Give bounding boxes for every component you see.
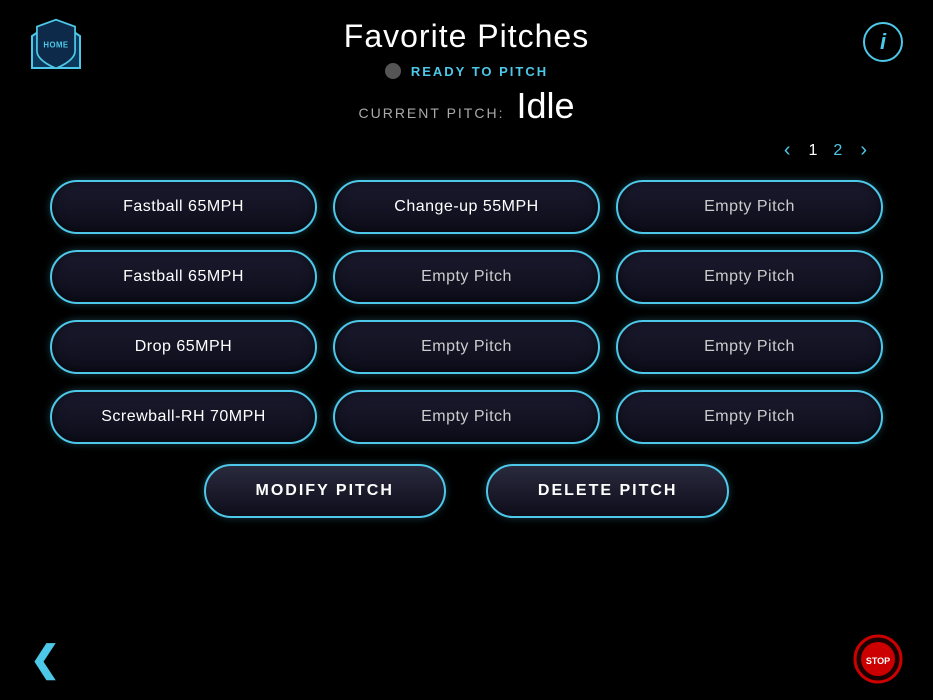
prev-page-button[interactable]: ‹ — [778, 137, 797, 164]
bottom-actions: MODIFY PITCH DELETE PITCH — [0, 464, 933, 518]
stop-button[interactable]: STOP — [853, 634, 903, 684]
status-text: READY TO PITCH — [411, 64, 548, 79]
pitch-button-11[interactable]: Empty Pitch — [333, 390, 600, 444]
next-page-button[interactable]: › — [854, 137, 873, 164]
modify-pitch-button[interactable]: MODIFY PITCH — [204, 464, 446, 518]
page-title: Favorite Pitches — [344, 18, 589, 55]
pitch-button-2[interactable]: Change-up 55MPH — [333, 180, 600, 234]
pitch-button-12[interactable]: Empty Pitch — [616, 390, 883, 444]
svg-text:STOP: STOP — [866, 656, 890, 666]
current-pitch-label: CURRENT PITCH: — [358, 105, 504, 121]
header: Favorite Pitches i — [0, 0, 933, 63]
current-pitch-row: CURRENT PITCH: Idle — [0, 85, 933, 127]
pitch-button-8[interactable]: Empty Pitch — [333, 320, 600, 374]
pitch-button-6[interactable]: Empty Pitch — [616, 250, 883, 304]
pitch-button-7[interactable]: Drop 65MPH — [50, 320, 317, 374]
pagination: ‹ 1 2 › — [0, 137, 933, 164]
pitch-button-5[interactable]: Empty Pitch — [333, 250, 600, 304]
back-button[interactable]: ❮ — [30, 638, 60, 680]
pitch-button-3[interactable]: Empty Pitch — [616, 180, 883, 234]
status-row: READY TO PITCH — [0, 63, 933, 79]
delete-pitch-button[interactable]: DELETE PITCH — [486, 464, 730, 518]
pitch-button-1[interactable]: Fastball 65MPH — [50, 180, 317, 234]
pitch-button-10[interactable]: Screwball-RH 70MPH — [50, 390, 317, 444]
info-button[interactable]: i — [863, 22, 903, 62]
pitch-button-9[interactable]: Empty Pitch — [616, 320, 883, 374]
current-pitch-value: Idle — [516, 85, 574, 127]
bottom-nav: ❮ STOP — [30, 634, 903, 684]
page-1-button[interactable]: 1 — [805, 140, 822, 162]
page-2-button[interactable]: 2 — [829, 140, 846, 162]
status-dot — [385, 63, 401, 79]
pitch-button-4[interactable]: Fastball 65MPH — [50, 250, 317, 304]
pitch-grid: Fastball 65MPH Change-up 55MPH Empty Pitch… — [0, 180, 933, 444]
